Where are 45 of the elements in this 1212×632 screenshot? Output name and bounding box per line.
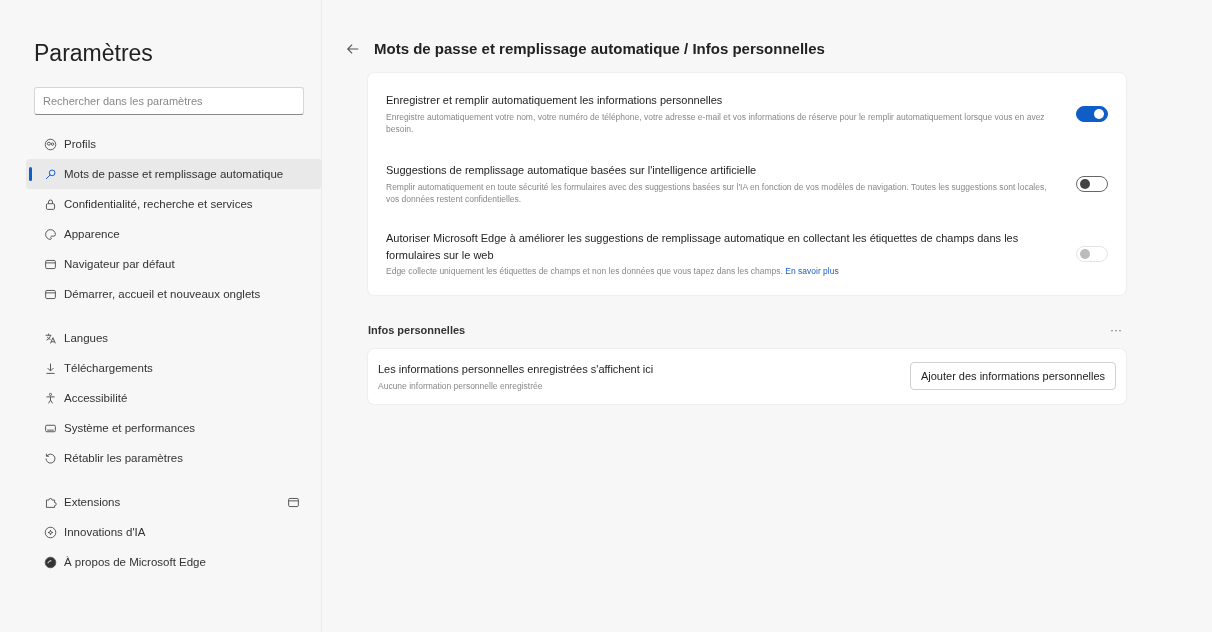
download-icon [44, 361, 57, 375]
sidebar-item[interactable]: Mots de passe et remplissage automatique [26, 159, 322, 189]
lock-icon [44, 197, 57, 211]
sidebar-item[interactable]: Système et performances [26, 413, 300, 443]
sidebar-item[interactable]: Accessibilité [26, 383, 300, 413]
accessibility-icon [44, 391, 57, 405]
setting-title: Suggestions de remplissage automatique basées sur l'intelligence artificielle [386, 163, 758, 179]
empty-state-subtitle: Aucune information personnelle enregistrée [378, 379, 544, 392]
sidebar-item[interactable]: Rétablir les paramètres [26, 443, 300, 473]
profile-icon [44, 137, 57, 151]
setting-title: Enregistrer et remplir automatiquement les informations personnelles [386, 93, 724, 109]
sidebar-item[interactable]: Navigateur par défaut [26, 249, 300, 279]
sidebar-item[interactable]: Confidentialité, recherche et services [26, 189, 300, 219]
empty-state-title: Les informations personnelles enregistrées s'affichent ici [378, 362, 655, 377]
setting-title: Autoriser Microsoft Edge à améliorer les suggestions de remplissage automatique en collectant les étiquettes de champs dans les formulaires sur le web [386, 231, 1020, 263]
sidebar-item[interactable]: À propos de Microsoft Edge [26, 547, 300, 577]
settings-title: Paramètres [34, 40, 154, 67]
more-options-button[interactable]: ··· [1106, 323, 1126, 337]
puzzle-icon [44, 495, 57, 509]
page-title: Mots de passe et remplissage automatique / Infos personnelles [374, 40, 825, 57]
section-title: Infos personnelles [368, 324, 466, 336]
setting-description: Edge collecte uniquement les étiquettes de champs et non les données que vous tapez dans les champs. En savoir plus [386, 265, 840, 278]
browser-window-icon [44, 287, 57, 301]
palette-icon [44, 227, 57, 241]
key-icon [44, 167, 57, 181]
sidebar-item[interactable]: Innovations d'IA [26, 517, 300, 547]
sidebar-item[interactable]: Extensions [26, 487, 300, 517]
sparkle-icon [44, 525, 57, 539]
setting-description: Enregistre automatiquement votre nom, votre numéro de téléphone, votre adresse e-mail et vos informations de réserve pour le remplir automatiquement lorsque vous en avez besoin. [386, 110, 1046, 136]
toggle-switch[interactable] [1076, 176, 1108, 192]
selection-indicator [29, 167, 32, 181]
sidebar-item[interactable]: Apparence [26, 219, 300, 249]
back-arrow-icon[interactable] [346, 41, 360, 56]
edge-logo-icon [44, 555, 57, 569]
sidebar-item[interactable]: Langues [26, 323, 300, 353]
setting-description: Remplir automatiquement en toute sécurité les formulaires avec des suggestions basées sur l'IA en fonction de vos modèles de navigation. Toutes les suggestions sont locales, vos données restent confidentielles. [386, 180, 1048, 206]
sidebar-item[interactable]: Démarrer, accueil et nouveaux onglets [26, 279, 300, 309]
reset-icon [44, 451, 57, 465]
add-personal-info-button[interactable]: Ajouter des informations personnelles [909, 362, 1116, 391]
search-field[interactable]: Rechercher dans les paramètres [34, 87, 304, 115]
sidebar-item[interactable]: Profils [26, 129, 300, 159]
browser-window-icon [44, 257, 57, 271]
sidebar-item[interactable]: Téléchargements [26, 353, 300, 383]
toggle-switch[interactable] [1076, 106, 1108, 122]
language-icon [44, 331, 57, 345]
